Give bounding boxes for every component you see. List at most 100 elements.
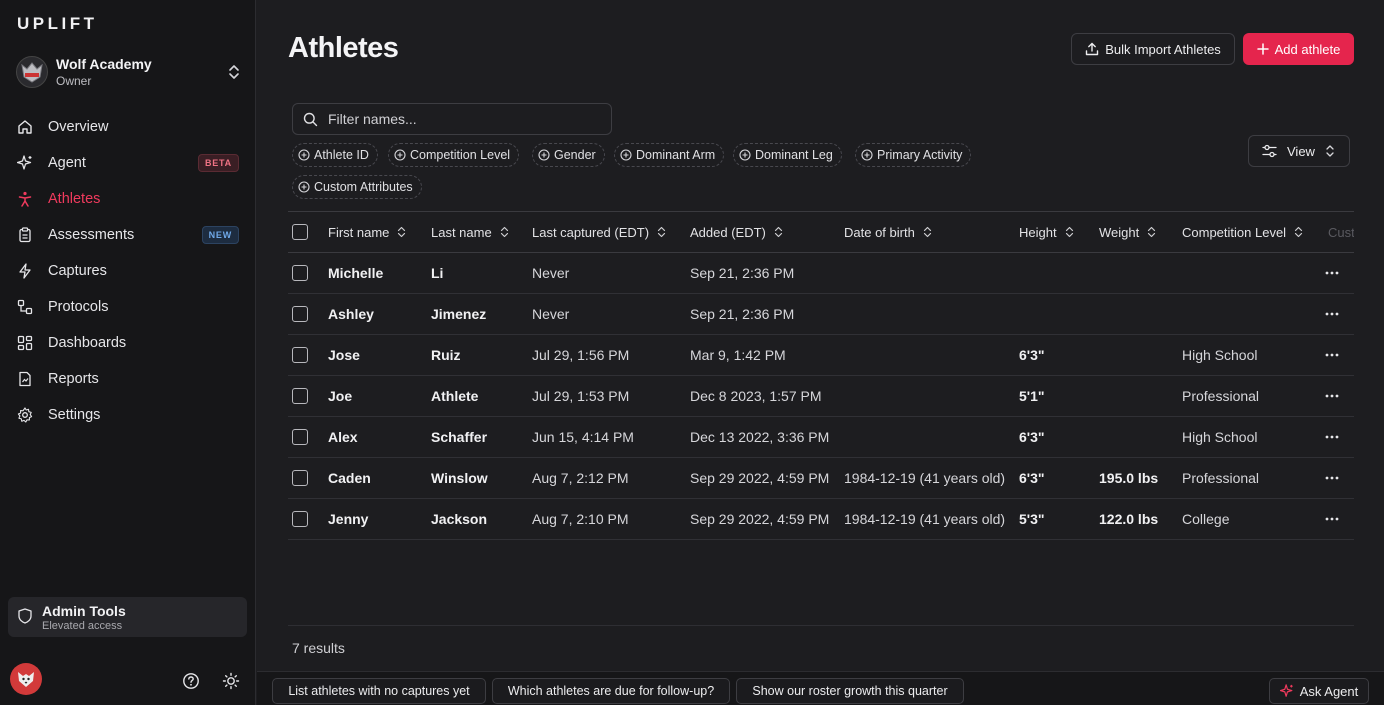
- select-all-checkbox[interactable]: [292, 224, 308, 240]
- avatar[interactable]: [10, 663, 42, 695]
- chevron-up-down-icon: [1326, 145, 1334, 157]
- bulk-import-button[interactable]: Bulk Import Athletes: [1071, 33, 1235, 65]
- row-checkbox[interactable]: [292, 470, 308, 486]
- first-name-cell: Jose: [328, 347, 360, 363]
- nav-item-dashboards[interactable]: Dashboards: [8, 325, 248, 361]
- more-options-icon[interactable]: [1325, 253, 1339, 293]
- filter-dominant-leg[interactable]: Dominant Leg: [733, 143, 842, 167]
- col-last-captured[interactable]: Last captured (EDT): [532, 212, 666, 252]
- col-height[interactable]: Height: [1019, 212, 1074, 252]
- row-select-cell: [292, 294, 308, 334]
- row-select-cell: [292, 253, 308, 293]
- more-options-icon[interactable]: [1325, 335, 1339, 375]
- col-first-name[interactable]: First name: [328, 212, 406, 252]
- table-row[interactable]: Michelle Li Never Sep 21, 2:36 PM: [288, 253, 1354, 294]
- filter-primary-activity[interactable]: Primary Activity: [855, 143, 972, 167]
- view-options-button[interactable]: View: [1248, 135, 1350, 167]
- height-cell: 6'3": [1019, 347, 1045, 363]
- col-added[interactable]: Added (EDT): [690, 212, 783, 252]
- plus-circle-icon: [298, 181, 310, 193]
- table-row[interactable]: Jenny Jackson Aug 7, 2:10 PM Sep 29 2022, 4…: [288, 499, 1354, 540]
- row-checkbox[interactable]: [292, 306, 308, 322]
- filter-competition-level[interactable]: Competition Level: [388, 143, 520, 167]
- admin-tools[interactable]: Admin Tools Elevated access: [8, 597, 247, 637]
- shield-icon: [18, 607, 32, 627]
- sun-icon[interactable]: [222, 672, 240, 690]
- suggestion-chip[interactable]: Which athletes are due for follow-up?: [492, 678, 730, 704]
- nav-item-reports[interactable]: Reports: [8, 361, 248, 397]
- column-label: Last captured (EDT): [532, 224, 650, 240]
- nav-item-agent[interactable]: Agent BETA: [8, 145, 248, 181]
- row-checkbox[interactable]: [292, 265, 308, 281]
- search-input[interactable]: [328, 111, 588, 127]
- more-options-icon[interactable]: [1325, 294, 1339, 334]
- sort-icon: [1148, 226, 1156, 238]
- row-select-cell: [292, 417, 308, 457]
- last-captured-cell: Jul 29, 1:56 PM: [532, 347, 630, 363]
- row-checkbox[interactable]: [292, 511, 308, 527]
- added-cell: Sep 21, 2:36 PM: [690, 265, 795, 281]
- org-switcher[interactable]: Wolf Academy Owner: [12, 50, 248, 94]
- table-row[interactable]: Jose Ruiz Jul 29, 1:56 PM Mar 9, 1:42 PM 6'3…: [288, 335, 1354, 376]
- filter-dominant-arm[interactable]: Dominant Arm: [614, 143, 725, 167]
- search-box: [292, 103, 612, 135]
- nav-label: Dashboards: [48, 335, 127, 351]
- more-options-icon[interactable]: [1325, 458, 1339, 498]
- nav-item-settings[interactable]: Settings: [8, 397, 248, 433]
- last-name-cell: Athlete: [431, 388, 479, 404]
- add-athlete-label: Add athlete: [1274, 41, 1341, 57]
- last-captured-cell: Jul 29, 1:53 PM: [532, 388, 630, 404]
- more-options-icon[interactable]: [1325, 417, 1339, 457]
- last-name-cell: Jimenez: [431, 306, 487, 322]
- added-cell: Dec 13 2022, 3:36 PM: [690, 429, 830, 445]
- col-last-name[interactable]: Last name: [431, 212, 509, 252]
- nav-item-athletes[interactable]: Athletes: [8, 181, 248, 217]
- row-checkbox[interactable]: [292, 388, 308, 404]
- nav-item-captures[interactable]: Captures: [8, 253, 248, 289]
- sort-icon: [923, 226, 931, 238]
- row-checkbox[interactable]: [292, 429, 308, 445]
- competition-level-cell: High School: [1182, 429, 1258, 445]
- row-checkbox[interactable]: [292, 347, 308, 363]
- last-name-cell: Jackson: [431, 511, 488, 527]
- nav-label: Overview: [48, 119, 109, 135]
- col-custom[interactable]: Cust: [1328, 212, 1354, 252]
- filter-custom-attributes[interactable]: Custom Attributes: [292, 175, 422, 199]
- ask-agent-button[interactable]: Ask Agent: [1269, 678, 1369, 704]
- added-cell: Sep 29 2022, 4:59 PM: [690, 511, 830, 527]
- column-label: First name: [328, 224, 390, 240]
- table-row[interactable]: Alex Schaffer Jun 15, 4:14 PM Dec 13 2022, …: [288, 417, 1354, 458]
- filter-athlete-id[interactable]: Athlete ID: [292, 143, 378, 167]
- weight-cell: 195.0 lbs: [1099, 470, 1159, 486]
- suggestion-chip[interactable]: Show our roster growth this quarter: [736, 678, 964, 704]
- table-row[interactable]: Ashley Jimenez Never Sep 21, 2:36 PM: [288, 294, 1354, 335]
- chevron-up-down-icon[interactable]: [222, 60, 246, 84]
- last-name-cell: Ruiz: [431, 347, 461, 363]
- filter-gender[interactable]: Gender: [532, 143, 605, 167]
- col-date-of-birth[interactable]: Date of birth: [844, 212, 932, 252]
- wolf-logo-icon: [16, 56, 48, 88]
- sliders-icon: [1262, 144, 1277, 158]
- nav-label: Settings: [48, 407, 101, 423]
- col-weight[interactable]: Weight: [1099, 212, 1156, 252]
- app-logo[interactable]: UPLIFT: [17, 14, 98, 34]
- first-name-cell: Alex: [328, 429, 358, 445]
- nav-item-overview[interactable]: Overview: [8, 109, 248, 145]
- column-label: Competition Level: [1182, 224, 1287, 240]
- col-competition-level[interactable]: Competition Level: [1182, 212, 1303, 252]
- nav-item-protocols[interactable]: Protocols: [8, 289, 248, 325]
- main-nav: Overview Agent BETA Athletes Assessments…: [8, 109, 248, 433]
- help-icon[interactable]: [182, 672, 200, 690]
- more-options-icon[interactable]: [1325, 376, 1339, 416]
- athletes-table: First name Last name Last captured (EDT)…: [288, 211, 1354, 540]
- more-options-icon[interactable]: [1325, 499, 1339, 539]
- row-select-cell: [292, 335, 308, 375]
- added-cell: Sep 29 2022, 4:59 PM: [690, 470, 830, 486]
- add-athlete-button[interactable]: Add athlete: [1243, 33, 1354, 65]
- table-row[interactable]: Joe Athlete Jul 29, 1:53 PM Dec 8 2023, 1:5…: [288, 376, 1354, 417]
- sort-icon: [1065, 226, 1073, 238]
- suggestion-chip[interactable]: List athletes with no captures yet: [272, 678, 486, 704]
- nav-item-assessments[interactable]: Assessments NEW: [8, 217, 248, 253]
- person-icon: [16, 190, 34, 208]
- table-row[interactable]: Caden Winslow Aug 7, 2:12 PM Sep 29 2022, 4…: [288, 458, 1354, 499]
